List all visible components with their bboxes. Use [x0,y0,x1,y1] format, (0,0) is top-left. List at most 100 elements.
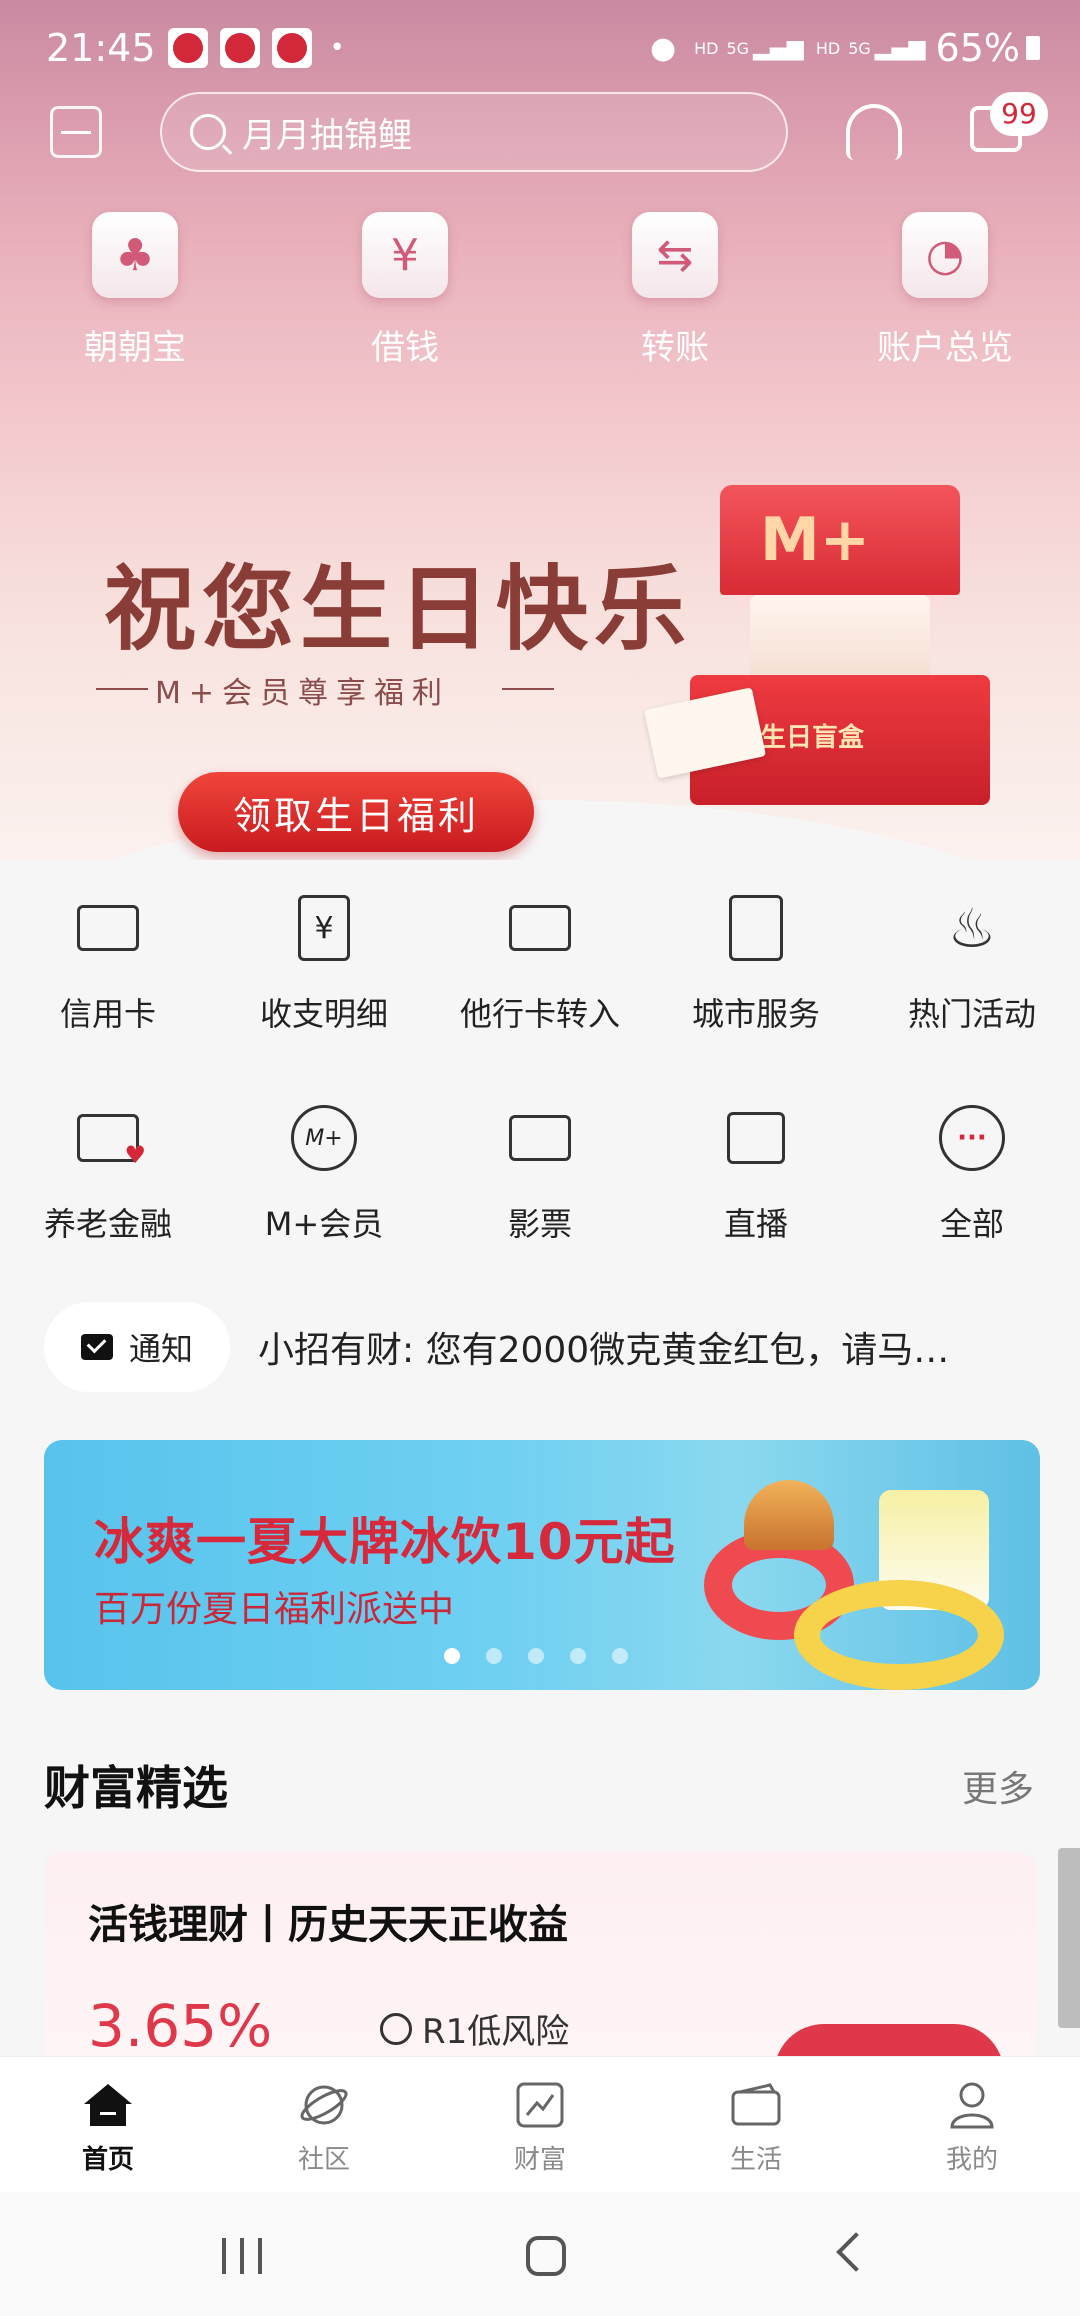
quick-action-label: 朝朝宝 [84,328,186,368]
service-pension[interactable]: ♥ 养老金融 [0,1105,216,1315]
service-hot-events[interactable]: ♨ 热门活动 [864,895,1080,1105]
yuan-coin-icon: ¥ [362,212,448,298]
notice-bar[interactable]: 通知 小招有财: 您有2000微克黄金红包，请马… [44,1302,1040,1392]
quick-action-label: 账户总览 [877,328,1013,368]
pension-card-icon: ♥ [77,1114,146,1169]
risk-label: R1低风险 [422,2012,570,2052]
status-time: 21:45 [46,26,156,70]
carousel-dot[interactable] [612,1648,628,1664]
tab-wealth[interactable]: 财富 [432,2057,648,2192]
battery-percent: 65% [935,26,1020,70]
service-m-plus[interactable]: M+ M+会员 [216,1105,432,1315]
chart-up-icon [514,2081,566,2129]
transfer-icon: ⇆ [632,212,718,298]
search-input[interactable]: 月月抽锦鲤 [160,92,788,172]
gift-label: 生日盲盒 [760,723,865,753]
product-risk: R1低风险 [380,2004,569,2053]
headset-icon[interactable] [846,104,902,160]
carousel-dot[interactable] [486,1648,502,1664]
planet-icon [298,2081,350,2129]
quick-action-borrow[interactable]: ¥ 借钱 [270,212,540,369]
promo-title: 冰爽一夏大牌冰饮10元起 [94,1513,676,1571]
service-grid-row: 信用卡 ¥ 收支明细 他行卡转入 城市服务 ♨ 热门活动 [0,895,1080,1105]
banner-title: 祝您生日快乐 [104,555,693,663]
service-city[interactable]: 城市服务 [648,895,864,1105]
battery-icon [1026,36,1040,60]
service-label: 城市服务 [691,995,820,1033]
banner-subtitle: M+会员尊享福利 [155,676,451,711]
tab-label: 首页 [81,2145,134,2175]
pie-icon: ◔ [902,212,988,298]
system-nav-bar [0,2192,1080,2316]
bottom-tab-bar: 首页 社区 财富 生活 我的 [0,2056,1080,2192]
tab-label: 我的 [945,2145,998,2175]
quick-action-label: 转账 [641,328,709,368]
tab-label: 社区 [297,2145,350,2175]
scan-icon[interactable] [50,106,102,158]
hd-label-2: HD [815,38,841,58]
service-grid-row: ♥ 养老金融 M+ M+会员 影票 直播 ··· 全部 [0,1105,1080,1315]
tab-life[interactable]: 生活 [648,2057,864,2192]
notice-label: 通知 [128,1330,193,1368]
more-dots-icon: ··· [939,1105,1005,1171]
service-label: 他行卡转入 [459,995,620,1033]
check-circle-icon [380,2012,412,2045]
message-badge: 99 [990,92,1048,136]
m-plus-icon: M+ [291,1105,357,1171]
service-card-transfer-in[interactable]: 他行卡转入 [432,895,648,1105]
service-tickets[interactable]: 影票 [432,1105,648,1315]
service-live[interactable]: 直播 [648,1105,864,1315]
promo-banner[interactable]: 冰爽一夏大牌冰饮10元起 百万份夏日福利派送中 [44,1440,1040,1690]
back-icon[interactable] [836,2232,876,2272]
ticket-life-icon [730,2081,782,2129]
hero-curve [0,800,1080,860]
quick-action-zhaozhaobao[interactable]: ♣ 朝朝宝 [0,212,270,369]
service-label: 直播 [723,1205,788,1243]
tab-community[interactable]: 社区 [216,2057,432,2192]
home-nav-icon[interactable] [526,2236,566,2276]
service-label: 热门活动 [907,995,1036,1033]
quick-action-account-overview[interactable]: ◔ 账户总览 [810,212,1080,369]
quick-actions: ♣ 朝朝宝 ¥ 借钱 ⇆ 转账 ◔ 账户总览 [0,212,1080,369]
service-all[interactable]: ··· 全部 [864,1105,1080,1315]
service-label: 信用卡 [59,995,156,1033]
tab-label: 生活 [729,2145,782,2175]
carousel-dot[interactable] [528,1648,544,1664]
wealth-more-link[interactable]: 更多 [962,1760,1034,1812]
flame-icon: ♨ [947,896,997,960]
mail-icon [80,1334,113,1360]
service-label: 养老金融 [43,1205,172,1243]
scrollbar[interactable] [1058,1848,1080,2028]
profile-icon [946,2081,998,2129]
carousel-dot[interactable] [570,1648,586,1664]
card-transfer-in-icon [509,905,571,951]
service-label: 全部 [939,1205,1004,1243]
carousel-dot[interactable] [444,1648,460,1664]
subtitle-divider [96,688,148,690]
network-label: 5G [726,38,750,58]
signal-icon-2: ▂▄▆ [874,35,926,61]
money-bag-icon: ♣ [92,212,178,298]
burger-illustration [744,1480,834,1550]
float-illustration [794,1580,1004,1690]
network-label-2: 5G [848,38,871,58]
receipt-icon: ¥ [298,895,350,961]
search-placeholder: 月月抽锦鲤 [242,115,412,156]
service-label: 收支明细 [259,995,388,1033]
status-bar-left: 21:45 • [46,18,345,78]
service-credit-card[interactable]: 信用卡 [0,895,216,1105]
hero-section: 21:45 • ● HD 5G ▂▄▆ HD 5G ▂▄▆ 65% 月月抽锦鲤 … [0,0,1080,860]
tv-icon [727,1112,785,1164]
home-icon [82,2081,134,2129]
quick-action-transfer[interactable]: ⇆ 转账 [540,212,810,369]
service-transactions[interactable]: ¥ 收支明细 [216,895,432,1105]
service-grid: 信用卡 ¥ 收支明细 他行卡转入 城市服务 ♨ 热门活动 ♥ 养老金融 M+ M… [0,895,1080,1315]
tab-profile[interactable]: 我的 [864,2057,1080,2192]
location-icon: ● [649,30,677,66]
tab-home[interactable]: 首页 [0,2057,216,2192]
claim-birthday-benefit-button[interactable]: 领取生日福利 [178,772,534,852]
status-dot: • [329,33,345,63]
carousel-dots [444,1648,654,1664]
city-building-icon [729,895,783,961]
recents-icon[interactable] [222,2238,262,2274]
